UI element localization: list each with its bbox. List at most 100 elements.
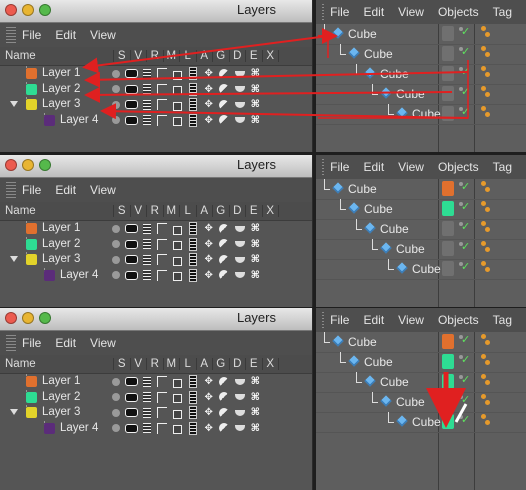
manager-icon-cell[interactable] bbox=[155, 391, 171, 403]
deformers-icon-cell[interactable] bbox=[217, 254, 233, 266]
render-icon-cell[interactable] bbox=[139, 223, 155, 235]
column-g[interactable]: G bbox=[213, 205, 230, 217]
menu-view[interactable]: View bbox=[90, 183, 116, 197]
view-icon-cell[interactable] bbox=[124, 269, 140, 281]
column-v[interactable]: V bbox=[131, 358, 147, 370]
object-name[interactable]: Cube bbox=[396, 242, 425, 256]
generators-icon-cell[interactable]: ✥ bbox=[201, 391, 217, 403]
solo-icon-cell[interactable] bbox=[108, 68, 124, 80]
render-icon-cell[interactable] bbox=[139, 238, 155, 250]
object-row[interactable]: Cube ✓ bbox=[316, 64, 526, 84]
solo-icon-cell[interactable] bbox=[108, 391, 124, 403]
xref-icon-cell[interactable]: ⌘ bbox=[248, 83, 264, 95]
column-name[interactable]: Name bbox=[0, 50, 114, 62]
generators-icon-cell[interactable]: ✥ bbox=[201, 407, 217, 419]
solo-icon-cell[interactable] bbox=[108, 99, 124, 111]
enabled-check-icon[interactable]: ✓ bbox=[461, 413, 470, 426]
layer-color-swatch[interactable] bbox=[26, 223, 37, 234]
menu-view[interactable]: View bbox=[398, 313, 424, 327]
layer-row[interactable]: Layer 1 ✥ ⌘ bbox=[0, 66, 312, 82]
layer-row[interactable]: Layer 3 ✥ ⌘ bbox=[0, 252, 312, 268]
solo-icon-cell[interactable] bbox=[108, 114, 124, 126]
layer-name[interactable]: Layer 2 bbox=[42, 83, 80, 95]
animation-icon-cell[interactable] bbox=[186, 421, 202, 435]
enabled-check-icon[interactable]: ✓ bbox=[461, 25, 470, 38]
menu-objects[interactable]: Objects bbox=[438, 160, 479, 174]
deformers-icon-cell[interactable] bbox=[217, 376, 233, 388]
expressions-icon-cell[interactable] bbox=[232, 238, 248, 250]
enabled-check-icon[interactable]: ✓ bbox=[461, 65, 470, 78]
layer-color-swatch[interactable] bbox=[44, 422, 55, 434]
generators-icon-cell[interactable]: ✥ bbox=[201, 83, 217, 95]
layer-color-button[interactable] bbox=[442, 106, 454, 121]
expressions-icon-cell[interactable] bbox=[232, 99, 248, 111]
tag-icon[interactable] bbox=[481, 221, 491, 235]
view-icon-cell[interactable] bbox=[124, 83, 140, 95]
column-r[interactable]: R bbox=[147, 205, 164, 217]
layer-color-button[interactable] bbox=[442, 26, 454, 41]
object-name[interactable]: Cube bbox=[412, 415, 441, 429]
grip-icon[interactable] bbox=[6, 182, 16, 198]
layer-color-button[interactable] bbox=[442, 334, 454, 349]
generators-icon-cell[interactable]: ✥ bbox=[201, 99, 217, 111]
manager-icon-cell[interactable] bbox=[155, 223, 171, 235]
expand-triangle-icon[interactable] bbox=[10, 256, 18, 262]
grip-icon[interactable] bbox=[6, 27, 16, 43]
layer-name[interactable]: Layer 2 bbox=[42, 238, 80, 250]
tag-icon[interactable] bbox=[481, 86, 491, 100]
view-icon-cell[interactable] bbox=[124, 114, 140, 126]
object-row[interactable]: Cube ✓ bbox=[316, 84, 526, 104]
column-x[interactable]: X bbox=[263, 358, 279, 370]
menu-objects[interactable]: Objects bbox=[438, 5, 479, 19]
layer-color-button[interactable] bbox=[442, 394, 454, 409]
enabled-check-icon[interactable]: ✓ bbox=[461, 353, 470, 366]
column-v[interactable]: V bbox=[131, 50, 147, 62]
animation-icon-cell[interactable] bbox=[186, 237, 202, 251]
layer-color-button[interactable] bbox=[442, 261, 454, 276]
column-g[interactable]: G bbox=[213, 358, 230, 370]
object-row[interactable]: Cube ✓ bbox=[316, 44, 526, 64]
layer-color-button[interactable] bbox=[442, 354, 454, 369]
deformers-icon-cell[interactable] bbox=[217, 68, 233, 80]
layer-name[interactable]: Layer 4 bbox=[60, 114, 98, 126]
solo-icon-cell[interactable] bbox=[108, 376, 124, 388]
generators-icon-cell[interactable]: ✥ bbox=[201, 376, 217, 388]
deformers-icon-cell[interactable] bbox=[217, 422, 233, 434]
generators-icon-cell[interactable]: ✥ bbox=[201, 422, 217, 434]
view-icon-cell[interactable] bbox=[124, 422, 140, 434]
object-row[interactable]: Cube ✓ bbox=[316, 259, 526, 279]
column-s[interactable]: S bbox=[114, 205, 131, 217]
lock-icon-cell[interactable] bbox=[170, 99, 186, 111]
layer-row[interactable]: Layer 3 ✥ ⌘ bbox=[0, 405, 312, 421]
lock-icon-cell[interactable] bbox=[170, 376, 186, 388]
generators-icon-cell[interactable]: ✥ bbox=[201, 269, 217, 281]
solo-icon-cell[interactable] bbox=[108, 407, 124, 419]
xref-icon-cell[interactable]: ⌘ bbox=[248, 269, 264, 281]
tag-icon[interactable] bbox=[481, 354, 491, 368]
enabled-check-icon[interactable]: ✓ bbox=[461, 220, 470, 233]
column-x[interactable]: X bbox=[263, 50, 279, 62]
column-l[interactable]: L bbox=[180, 205, 197, 217]
render-icon-cell[interactable] bbox=[139, 114, 155, 126]
solo-icon-cell[interactable] bbox=[108, 269, 124, 281]
expressions-icon-cell[interactable] bbox=[232, 391, 248, 403]
column-m[interactable]: M bbox=[164, 205, 180, 217]
enabled-check-icon[interactable]: ✓ bbox=[461, 45, 470, 58]
solo-icon-cell[interactable] bbox=[108, 223, 124, 235]
layer-color-swatch[interactable] bbox=[26, 68, 37, 79]
animation-icon-cell[interactable] bbox=[186, 67, 202, 81]
enabled-check-icon[interactable]: ✓ bbox=[461, 393, 470, 406]
grip-icon[interactable] bbox=[6, 335, 16, 351]
column-name[interactable]: Name bbox=[0, 205, 114, 217]
column-x[interactable]: X bbox=[263, 205, 279, 217]
animation-icon-cell[interactable] bbox=[186, 222, 202, 236]
manager-icon-cell[interactable] bbox=[155, 376, 171, 388]
enabled-check-icon[interactable]: ✓ bbox=[461, 200, 470, 213]
manager-icon-cell[interactable] bbox=[155, 114, 171, 126]
layer-name[interactable]: Layer 1 bbox=[42, 67, 80, 79]
generators-icon-cell[interactable]: ✥ bbox=[201, 238, 217, 250]
render-icon-cell[interactable] bbox=[139, 68, 155, 80]
manager-icon-cell[interactable] bbox=[155, 254, 171, 266]
tag-icon[interactable] bbox=[481, 181, 491, 195]
column-name[interactable]: Name bbox=[0, 358, 114, 370]
